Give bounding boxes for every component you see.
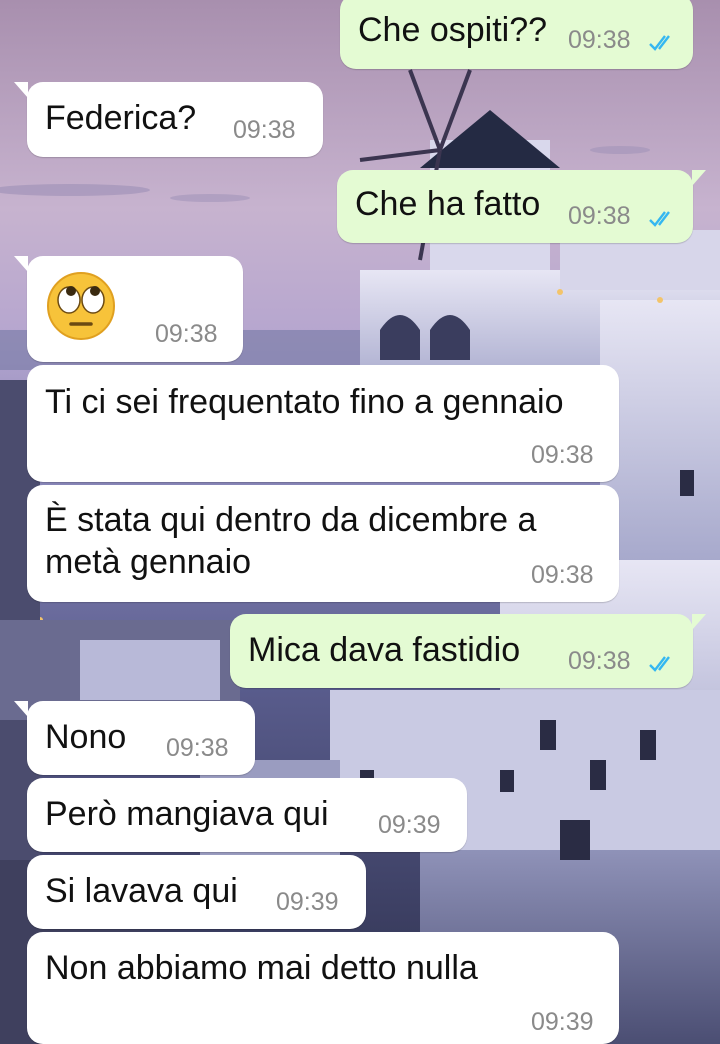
message-timestamp: 09:38 <box>531 441 594 469</box>
message-bubble[interactable]: Nono 09:38 <box>14 701 255 775</box>
message-text: Federica? <box>45 99 197 137</box>
read-receipt-icon <box>649 656 670 672</box>
message-bubble[interactable]: Si lavava qui 09:39 <box>27 855 366 929</box>
message-text-line: metà gennaio <box>45 543 252 581</box>
face-with-rolling-eyes-emoji <box>47 272 115 340</box>
message-bubble[interactable]: Che ha fatto 09:38 <box>337 170 706 243</box>
message-bubble[interactable]: Che ospiti?? 09:38 <box>340 0 693 69</box>
bubble-tail <box>14 82 28 98</box>
message-bubble[interactable]: Ti ci sei frequentato fino a gennaio 09:… <box>27 365 619 482</box>
bubble-tail <box>692 614 706 630</box>
message-text: Si lavava qui <box>45 872 238 910</box>
message-text: Ti ci sei frequentato fino a gennaio <box>45 383 564 421</box>
message-timestamp: 09:39 <box>276 888 339 916</box>
read-receipt-icon <box>649 211 670 227</box>
message-text: Però mangiava qui <box>45 795 329 833</box>
message-timestamp: 09:38 <box>166 734 229 762</box>
bubble-tail <box>14 256 28 272</box>
message-bubble[interactable]: Federica? 09:38 <box>14 82 323 157</box>
message-bubble[interactable]: Però mangiava qui 09:39 <box>27 778 467 852</box>
message-timestamp: 09:39 <box>531 1008 594 1036</box>
message-timestamp: 09:39 <box>378 811 441 839</box>
message-timestamp: 09:38 <box>531 561 594 589</box>
message-bubble[interactable]: Mica dava fastidio 09:38 <box>230 614 706 688</box>
message-text: Non abbiamo mai detto nulla <box>45 949 478 987</box>
message-text: Che ha fatto <box>355 185 541 223</box>
message-bubble[interactable]: 09:38 <box>14 256 243 362</box>
message-text: Che ospiti?? <box>358 11 548 49</box>
message-bubble[interactable]: È stata qui dentro da dicembre a metà ge… <box>27 485 619 602</box>
read-receipt-icon <box>649 35 670 51</box>
message-text: Nono <box>45 718 127 756</box>
message-bubble[interactable]: Non abbiamo mai detto nulla 09:39 <box>27 932 619 1044</box>
bubble-tail <box>14 701 28 717</box>
message-timestamp: 09:38 <box>568 26 631 54</box>
message-text-line: È stata qui dentro da dicembre a <box>45 501 537 539</box>
message-text: Mica dava fastidio <box>248 631 521 669</box>
message-timestamp: 09:38 <box>155 320 218 348</box>
message-timestamp: 09:38 <box>568 202 631 230</box>
message-timestamp: 09:38 <box>233 116 296 144</box>
bubble-tail <box>692 170 706 186</box>
message-timestamp: 09:38 <box>568 647 631 675</box>
